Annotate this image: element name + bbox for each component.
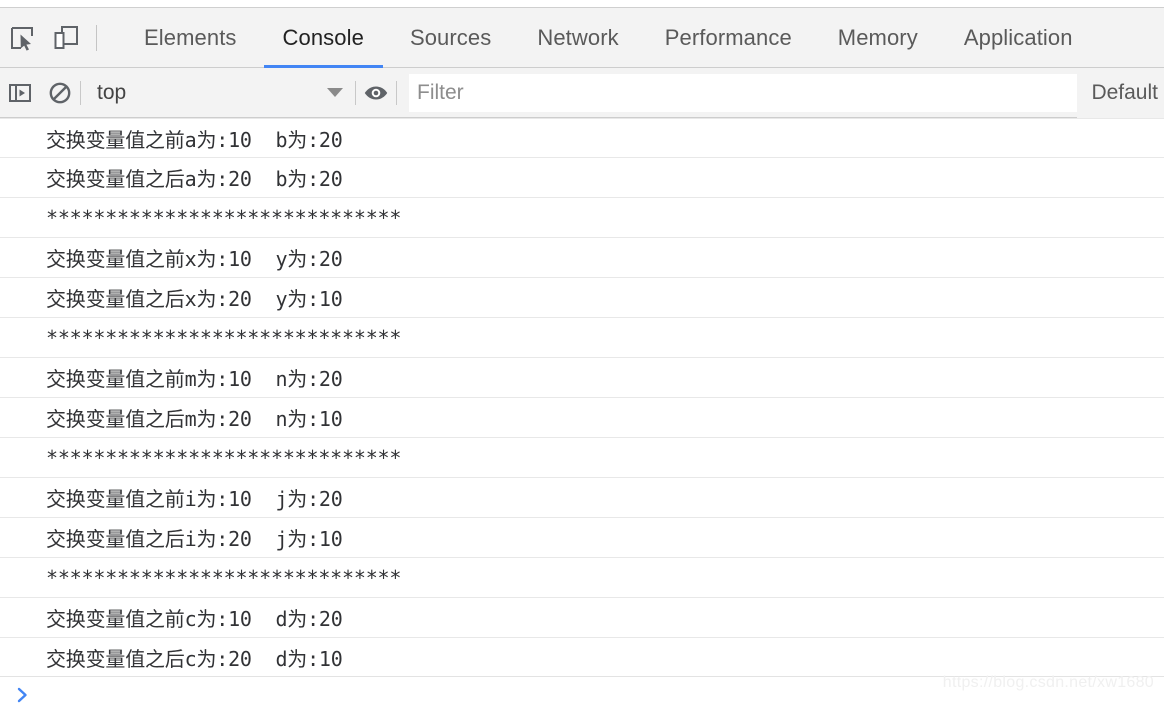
devtools-tabbar: Elements Console Sources Network Perform…	[0, 7, 1164, 68]
tab-console-label: Console	[282, 24, 364, 50]
devtools-window: Elements Console Sources Network Perform…	[0, 0, 1164, 712]
log-level-selector[interactable]: Default	[1077, 67, 1164, 118]
inspect-cursor-icon[interactable]	[0, 16, 44, 60]
tab-application[interactable]: Application	[941, 8, 1096, 67]
live-expression-eye-icon[interactable]	[356, 73, 396, 113]
log-level-value: Default	[1091, 80, 1158, 104]
tab-elements-label: Elements	[144, 24, 237, 50]
console-message: 交换变量值之后m为:20 n为:10	[0, 398, 1164, 438]
console-message: ******************************	[0, 438, 1164, 478]
console-message: 交换变量值之前a为:10 b为:20	[0, 118, 1164, 158]
tab-console[interactable]: Console	[260, 8, 387, 68]
tab-sources-label: Sources	[409, 24, 492, 50]
tab-elements[interactable]: Elements	[121, 8, 260, 67]
tab-application-label: Application	[963, 24, 1073, 50]
console-message: 交换变量值之后a为:20 b为:20	[0, 158, 1164, 198]
console-message: 交换变量值之前x为:10 y为:20	[0, 238, 1164, 278]
tab-network[interactable]: Network	[514, 8, 641, 67]
console-message: ******************************	[0, 558, 1164, 598]
tab-performance-label: Performance	[664, 24, 792, 50]
console-message: 交换变量值之后x为:20 y为:10	[0, 278, 1164, 318]
console-filter-input[interactable]	[409, 73, 1078, 112]
console-toolbar-divider-3	[396, 80, 397, 105]
prompt-chevron-icon	[17, 687, 27, 702]
console-message: 交换变量值之后i为:20 j为:10	[0, 518, 1164, 558]
console-sidebar-icon[interactable]	[0, 73, 40, 113]
chevron-down-icon	[327, 88, 343, 97]
console-toolbar: top Default	[0, 67, 1164, 118]
tab-memory-label: Memory	[837, 24, 918, 50]
console-filter-wrapper	[409, 68, 1078, 118]
tab-memory[interactable]: Memory	[815, 8, 941, 67]
console-message: 交换变量值之前c为:10 d为:20	[0, 598, 1164, 638]
console-message: 交换变量值之后c为:20 d为:10	[0, 638, 1164, 676]
execution-context-selector[interactable]: top	[81, 73, 355, 113]
tab-performance[interactable]: Performance	[642, 8, 815, 67]
console-prompt-row[interactable]: https://blog.csdn.net/xw1680	[0, 674, 1164, 712]
tab-sources[interactable]: Sources	[387, 8, 514, 67]
tab-network-label: Network	[537, 24, 619, 50]
execution-context-value: top	[97, 80, 127, 104]
tabbar-divider	[96, 24, 97, 51]
device-toolbar-icon[interactable]	[44, 16, 88, 60]
console-message: ******************************	[0, 318, 1164, 358]
console-message: ******************************	[0, 198, 1164, 238]
console-message: 交换变量值之前i为:10 j为:20	[0, 478, 1164, 518]
console-message: 交换变量值之前m为:10 n为:20	[0, 358, 1164, 398]
console-prompt-input[interactable]	[44, 682, 1164, 707]
window-top-edge	[0, 0, 1164, 7]
devtools-tab-list: Elements Console Sources Network Perform…	[121, 8, 1096, 68]
clear-console-icon[interactable]	[40, 73, 80, 113]
console-message-list: 交换变量值之前a为:10 b为:20 交换变量值之后a为:20 b为:20 **…	[0, 118, 1164, 676]
